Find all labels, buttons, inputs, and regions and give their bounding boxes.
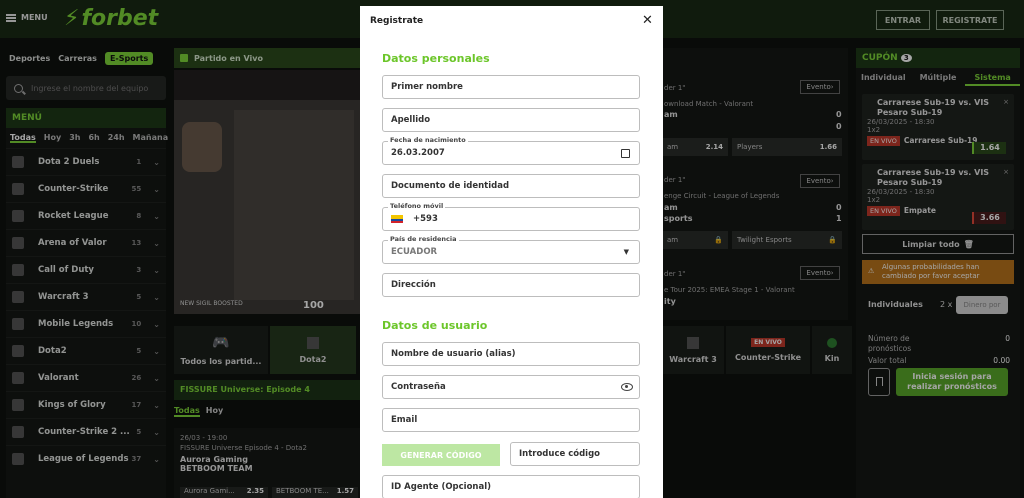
address-field[interactable]: Dirección: [382, 273, 640, 297]
section-personal: Datos personales: [382, 52, 490, 65]
last-name-field[interactable]: Apellido: [382, 108, 640, 132]
registration-modal: Registrate ✕ Datos personales Primer nom…: [360, 6, 663, 498]
country-value: ECUADOR: [391, 247, 438, 257]
ecuador-flag-icon: [391, 215, 403, 223]
calendar-icon[interactable]: [621, 148, 630, 158]
modal-title: Registrate: [370, 16, 424, 26]
email-field[interactable]: Email: [382, 408, 640, 432]
id-document-field[interactable]: Documento de identidad: [382, 174, 640, 198]
phone-field[interactable]: +593: [382, 207, 640, 231]
phone-prefix: +593: [413, 214, 438, 224]
phone-label: Teléfono móvil: [388, 202, 446, 210]
agent-id-field[interactable]: ID Agente (Opcional): [382, 475, 640, 498]
country-label: País de residencia: [388, 235, 459, 243]
close-icon[interactable]: ✕: [642, 13, 653, 28]
birthdate-field[interactable]: 26.03.2007: [382, 141, 640, 165]
birthdate-label: Fecha de nacimiento: [388, 136, 468, 144]
section-user: Datos de usuario: [382, 319, 488, 332]
code-input[interactable]: Introduce código: [510, 442, 640, 466]
chevron-down-icon: ▼: [623, 248, 629, 256]
password-field[interactable]: Contraseña: [382, 375, 640, 399]
country-select[interactable]: ECUADOR ▼: [382, 240, 640, 264]
username-field[interactable]: Nombre de usuario (alias): [382, 342, 640, 366]
password-placeholder: Contraseña: [391, 382, 446, 392]
generate-code-button[interactable]: GENERAR CÓDIGO: [382, 444, 500, 466]
birthdate-value: 26.03.2007: [391, 148, 445, 158]
first-name-field[interactable]: Primer nombre: [382, 75, 640, 99]
eye-icon[interactable]: [621, 383, 633, 391]
